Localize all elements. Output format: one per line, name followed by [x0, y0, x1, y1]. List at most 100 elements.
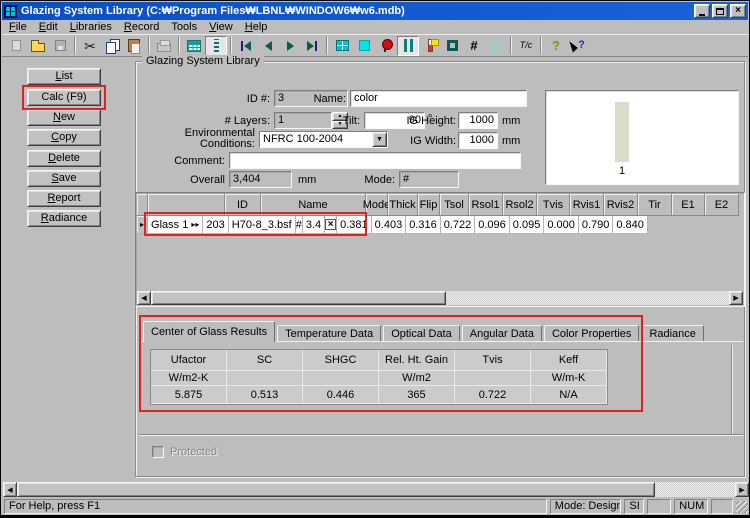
- marker-button[interactable]: [375, 36, 397, 56]
- column-header-tir[interactable]: Tir: [638, 194, 672, 216]
- tile-windows-button[interactable]: [331, 36, 353, 56]
- title-bar[interactable]: Glazing System Library (C:₩Program Files…: [2, 2, 748, 20]
- name-field[interactable]: color: [350, 90, 527, 107]
- cell-e2[interactable]: 0.840: [613, 216, 648, 234]
- new-button[interactable]: [5, 36, 27, 56]
- previous-record-button[interactable]: [257, 36, 279, 56]
- menu-record[interactable]: Record: [118, 21, 165, 34]
- hatch-button[interactable]: [485, 36, 507, 56]
- column-header-name[interactable]: Name: [261, 194, 366, 216]
- column-header-layer[interactable]: [148, 194, 225, 216]
- cell-layer[interactable]: Glass 1 ▸▸: [148, 216, 203, 234]
- ig-width-field[interactable]: 1000: [458, 132, 498, 149]
- column-header-e1[interactable]: E1: [672, 194, 705, 216]
- cell-tir[interactable]: 0.000: [544, 216, 579, 234]
- first-record-button[interactable]: [235, 36, 257, 56]
- column-header-rvis2[interactable]: Rvis2: [604, 194, 638, 216]
- delete-record-button[interactable]: Delete: [27, 150, 101, 167]
- record-selector-icon[interactable]: ▸: [137, 216, 148, 234]
- grid-horizontal-scrollbar[interactable]: ◀ ▶: [137, 291, 743, 305]
- protected-checkbox[interactable]: [152, 446, 164, 458]
- cell-tvis[interactable]: 0.722: [441, 216, 476, 234]
- comment-field[interactable]: [229, 152, 521, 169]
- column-header-mode[interactable]: Mode: [366, 194, 388, 216]
- report-button[interactable]: Report: [27, 190, 101, 207]
- ig-height-field[interactable]: 1000: [458, 112, 498, 129]
- resize-grip[interactable]: [736, 501, 748, 513]
- cell-thick[interactable]: 3.4: [303, 216, 325, 234]
- menu-help[interactable]: Help: [239, 21, 274, 34]
- column-header-tsol[interactable]: Tsol: [440, 194, 469, 216]
- help-button[interactable]: ?: [545, 36, 567, 56]
- new-record-button[interactable]: New: [27, 109, 101, 126]
- cut-button[interactable]: ✂: [79, 36, 101, 56]
- column-header-e2[interactable]: E2: [705, 194, 739, 216]
- cell-rsol2[interactable]: 0.316: [406, 216, 441, 234]
- column-header-rvis1[interactable]: Rvis1: [570, 194, 604, 216]
- cell-tsol[interactable]: 0.381: [337, 216, 372, 234]
- env-conditions-select[interactable]: NFRC 100-2004 ▼: [259, 131, 388, 148]
- main-horizontal-scrollbar[interactable]: ◀ ▶: [3, 482, 749, 497]
- print-button[interactable]: [153, 36, 175, 56]
- glass-detail-arrows-icon[interactable]: ▸▸: [191, 220, 199, 229]
- minimize-button[interactable]: [694, 4, 710, 18]
- cell-name[interactable]: H70-8_3.bsf: [229, 216, 296, 234]
- calc-button[interactable]: Calc (F9): [27, 89, 101, 106]
- grid-lines-button[interactable]: #: [463, 36, 485, 56]
- copy-record-button[interactable]: Copy: [27, 129, 101, 146]
- close-button[interactable]: ×: [730, 4, 746, 18]
- scrollbar-thumb[interactable]: [17, 482, 655, 497]
- cell-mode[interactable]: #: [296, 216, 303, 234]
- list-button[interactable]: List: [27, 68, 101, 85]
- transmittance-button[interactable]: T/c: [515, 36, 537, 56]
- list-view-button[interactable]: [183, 36, 205, 56]
- column-header-tvis[interactable]: Tvis: [537, 194, 570, 216]
- scroll-right-icon[interactable]: ▶: [735, 482, 749, 497]
- column-header-rsol2[interactable]: Rsol2: [503, 194, 537, 216]
- glazing-view-button[interactable]: [397, 36, 419, 56]
- cell-flip[interactable]: ×: [325, 216, 337, 234]
- tab-radiance[interactable]: Radiance: [641, 325, 703, 342]
- cell-id[interactable]: 203: [203, 216, 228, 234]
- table-row[interactable]: ▸ Glass 1 ▸▸ 203 H70-8_3.bsf # 3.4 × 0.3…: [137, 216, 743, 234]
- context-help-button[interactable]: ?: [567, 36, 589, 56]
- scroll-left-icon[interactable]: ◀: [137, 291, 151, 305]
- save-button[interactable]: [49, 36, 71, 56]
- scrollbar-track[interactable]: [655, 482, 735, 497]
- last-record-button[interactable]: [301, 36, 323, 56]
- menu-libraries[interactable]: Libraries: [64, 21, 118, 34]
- scrollbar-thumb[interactable]: [151, 291, 446, 305]
- scroll-left-icon[interactable]: ◀: [3, 482, 17, 497]
- tab-center-of-glass-results[interactable]: Center of Glass Results: [143, 321, 275, 342]
- column-header-rsol1[interactable]: Rsol1: [469, 194, 503, 216]
- menu-edit[interactable]: Edit: [33, 21, 64, 34]
- cell-e1[interactable]: 0.790: [579, 216, 614, 234]
- temperature-button[interactable]: [419, 36, 441, 56]
- tab-temperature-data[interactable]: Temperature Data: [277, 325, 381, 342]
- menu-file[interactable]: File: [3, 21, 33, 34]
- flip-checkbox[interactable]: ×: [325, 219, 336, 230]
- next-record-button[interactable]: [279, 36, 301, 56]
- detail-view-button[interactable]: [205, 36, 227, 56]
- paste-button[interactable]: [123, 36, 145, 56]
- column-header-thick[interactable]: Thick: [388, 194, 418, 216]
- cell-rsol1[interactable]: 0.403: [372, 216, 407, 234]
- frame-button[interactable]: [441, 36, 463, 56]
- fill-color-button[interactable]: [353, 36, 375, 56]
- tab-angular-data[interactable]: Angular Data: [462, 325, 542, 342]
- open-button[interactable]: [27, 36, 49, 56]
- column-header-id[interactable]: ID: [225, 194, 261, 216]
- cell-rvis2[interactable]: 0.095: [510, 216, 545, 234]
- radiance-button[interactable]: Radiance: [27, 210, 101, 227]
- scrollbar-track[interactable]: [446, 291, 729, 305]
- tab-optical-data[interactable]: Optical Data: [383, 325, 460, 342]
- save-record-button[interactable]: Save: [27, 170, 101, 187]
- cell-rvis1[interactable]: 0.096: [475, 216, 510, 234]
- scroll-right-icon[interactable]: ▶: [729, 291, 743, 305]
- menu-view[interactable]: View: [203, 21, 239, 34]
- column-header-flip[interactable]: Flip: [418, 194, 440, 216]
- menu-tools[interactable]: Tools: [165, 21, 203, 34]
- tab-color-properties[interactable]: Color Properties: [544, 325, 639, 342]
- maximize-button[interactable]: [712, 4, 728, 18]
- chevron-down-icon[interactable]: ▼: [372, 132, 387, 147]
